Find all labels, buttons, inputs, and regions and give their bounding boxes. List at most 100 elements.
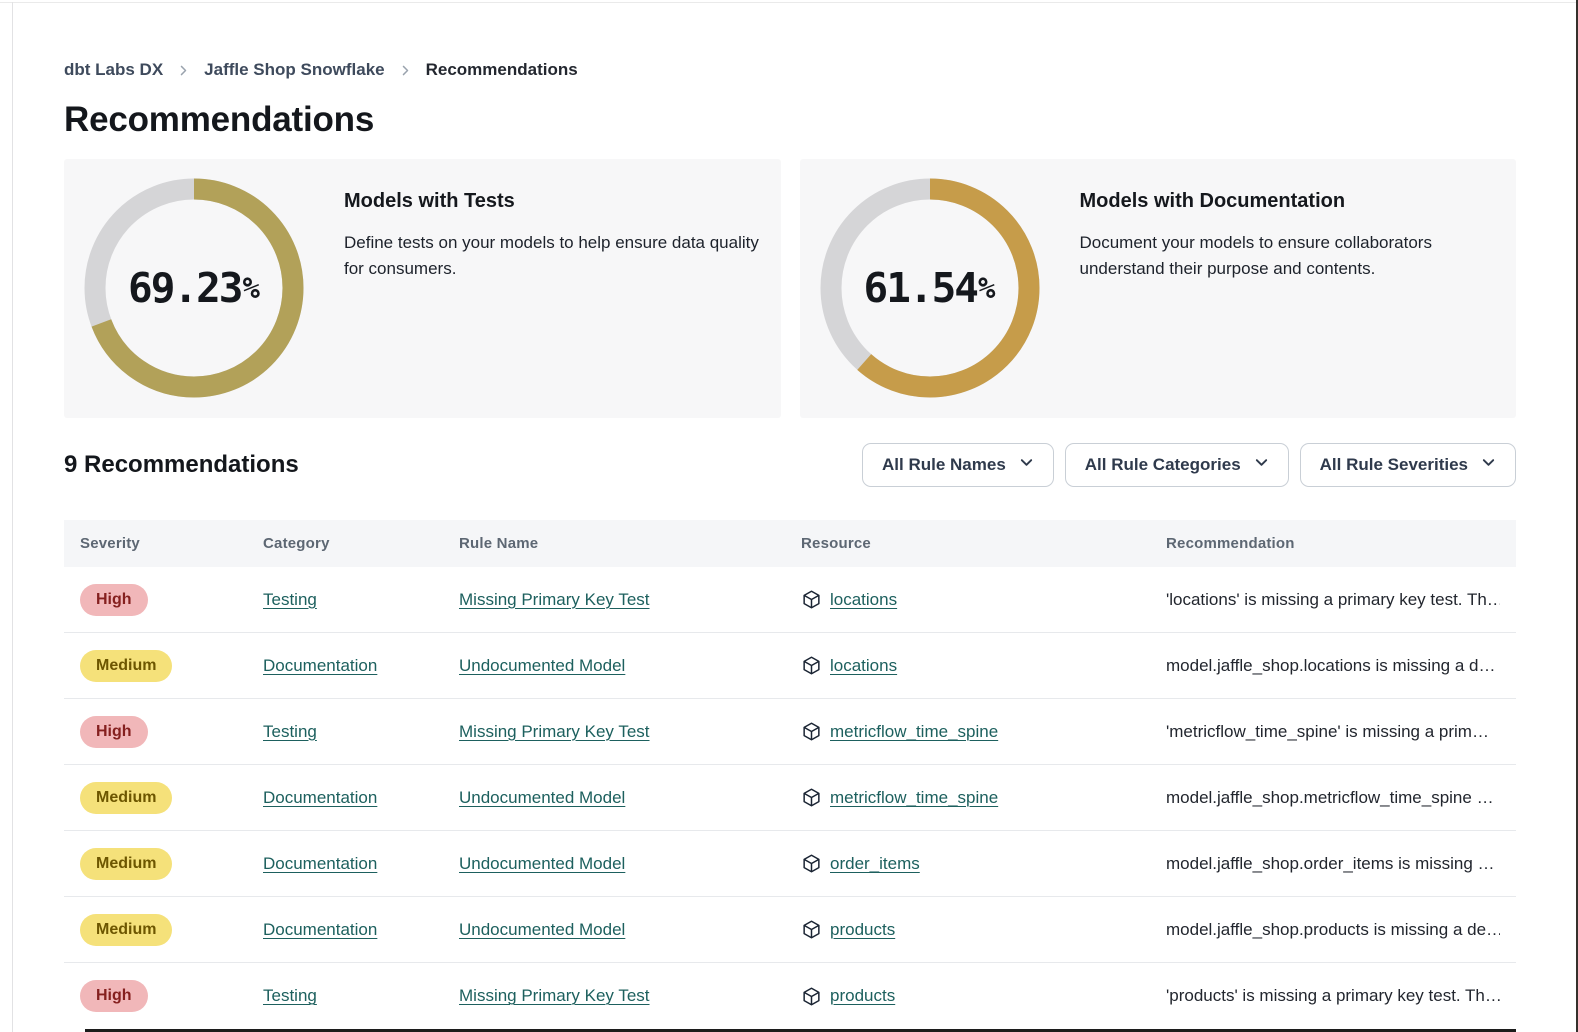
column-header-recommendation: Recommendation — [1166, 535, 1500, 552]
rule-name-link[interactable]: Undocumented Model — [459, 920, 625, 939]
severity-badge: High — [80, 980, 148, 1012]
rule-name-cell: Undocumented Model — [459, 788, 801, 808]
severity-cell: High — [80, 980, 263, 1012]
breadcrumb: dbt Labs DX Jaffle Shop Snowflake Recomm… — [64, 60, 1516, 80]
severity-cell: High — [80, 584, 263, 616]
models-with-tests-donut-chart: 69.23% — [84, 178, 304, 398]
card-text: Models with Documentation Document your … — [1080, 178, 1497, 399]
severity-badge: Medium — [80, 782, 172, 814]
models-with-documentation-donut-chart: 61.54% — [820, 178, 1040, 398]
rule-name-cell: Undocumented Model — [459, 656, 801, 676]
recommendation-text: model.jaffle_shop.metricflow_time_spine … — [1166, 788, 1500, 808]
table-body: High Testing Missing Primary Key Test lo… — [64, 567, 1516, 1029]
resource-cell: metricflow_time_spine — [801, 721, 1166, 742]
resource-link[interactable]: order_items — [830, 854, 920, 874]
models-with-tests-card: 69.23% Models with Tests Define tests on… — [64, 159, 781, 418]
percent-sign: % — [978, 271, 995, 305]
breadcrumb-item-jaffle-shop-snowflake[interactable]: Jaffle Shop Snowflake — [204, 60, 384, 80]
rule-name-cell: Missing Primary Key Test — [459, 590, 801, 610]
table-row: Medium Documentation Undocumented Model … — [64, 633, 1516, 699]
recommendation-text: model.jaffle_shop.locations is missing a… — [1166, 656, 1500, 676]
page-title: Recommendations — [64, 100, 1516, 140]
severity-cell: Medium — [80, 650, 263, 682]
rule-name-link[interactable]: Undocumented Model — [459, 854, 625, 873]
severity-badge: Medium — [80, 914, 172, 946]
resource-link[interactable]: locations — [830, 656, 897, 676]
table-row: Medium Documentation Undocumented Model … — [64, 765, 1516, 831]
severity-badge: Medium — [80, 650, 172, 682]
column-header-resource: Resource — [801, 535, 1166, 552]
column-header-category: Category — [263, 535, 459, 552]
recommendation-text: 'metricflow_time_spine' is missing a pri… — [1166, 722, 1500, 742]
table-row: High Testing Missing Primary Key Test lo… — [64, 567, 1516, 633]
category-cell: Documentation — [263, 920, 459, 940]
category-link[interactable]: Documentation — [263, 920, 377, 939]
card-title: Models with Documentation — [1080, 190, 1497, 213]
table-row: High Testing Missing Primary Key Test me… — [64, 699, 1516, 765]
rule-name-cell: Missing Primary Key Test — [459, 722, 801, 742]
breadcrumb-item-dbt-labs-dx[interactable]: dbt Labs DX — [64, 60, 163, 80]
severity-badge: High — [80, 716, 148, 748]
category-cell: Documentation — [263, 656, 459, 676]
card-description: Define tests on your models to help ensu… — [344, 230, 761, 283]
chevron-down-icon — [1019, 455, 1034, 475]
recommendations-list-header: 9 Recommendations All Rule Names All Rul… — [64, 443, 1516, 487]
rule-names-filter-dropdown[interactable]: All Rule Names — [862, 443, 1054, 487]
rule-name-cell: Missing Primary Key Test — [459, 986, 801, 1006]
model-cube-icon — [801, 919, 822, 940]
resource-cell: products — [801, 986, 1166, 1007]
resource-cell: products — [801, 919, 1166, 940]
donut-percent-label: 61.54% — [820, 178, 1040, 398]
severity-cell: Medium — [80, 914, 263, 946]
resource-cell: locations — [801, 589, 1166, 610]
recommendation-text: 'locations' is missing a primary key tes… — [1166, 590, 1500, 610]
rule-name-link[interactable]: Missing Primary Key Test — [459, 986, 650, 1005]
resource-link[interactable]: products — [830, 986, 895, 1006]
column-header-rule-name: Rule Name — [459, 535, 801, 552]
models-with-documentation-card: 61.54% Models with Documentation Documen… — [800, 159, 1517, 418]
category-link[interactable]: Documentation — [263, 656, 377, 675]
rule-name-link[interactable]: Missing Primary Key Test — [459, 722, 650, 741]
recommendations-count-title: 9 Recommendations — [64, 451, 299, 479]
category-cell: Testing — [263, 986, 459, 1006]
chevron-down-icon — [1254, 455, 1269, 475]
chevron-down-icon — [1481, 455, 1496, 475]
filter-bar: All Rule Names All Rule Categories All R… — [862, 443, 1516, 487]
category-link[interactable]: Documentation — [263, 854, 377, 873]
category-cell: Testing — [263, 590, 459, 610]
rule-categories-filter-dropdown[interactable]: All Rule Categories — [1065, 443, 1289, 487]
metric-cards: 69.23% Models with Tests Define tests on… — [64, 159, 1516, 418]
category-link[interactable]: Testing — [263, 986, 317, 1005]
filter-label: All Rule Names — [882, 455, 1006, 475]
breadcrumb-item-recommendations: Recommendations — [426, 60, 578, 80]
category-cell: Documentation — [263, 854, 459, 874]
severity-badge: High — [80, 584, 148, 616]
recommendation-text: 'products' is missing a primary key test… — [1166, 986, 1500, 1006]
table-header-row: Severity Category Rule Name Resource Rec… — [64, 520, 1516, 567]
category-link[interactable]: Testing — [263, 590, 317, 609]
category-cell: Documentation — [263, 788, 459, 808]
donut-percent-label: 69.23% — [84, 178, 304, 398]
recommendation-text: model.jaffle_shop.products is missing a … — [1166, 920, 1500, 940]
rule-name-link[interactable]: Undocumented Model — [459, 788, 625, 807]
rule-name-link[interactable]: Undocumented Model — [459, 656, 625, 675]
resource-link[interactable]: locations — [830, 590, 897, 610]
resource-link[interactable]: products — [830, 920, 895, 940]
percent-sign: % — [242, 271, 259, 305]
resource-cell: metricflow_time_spine — [801, 787, 1166, 808]
category-link[interactable]: Documentation — [263, 788, 377, 807]
resource-link[interactable]: metricflow_time_spine — [830, 788, 998, 808]
category-link[interactable]: Testing — [263, 722, 317, 741]
rule-name-cell: Undocumented Model — [459, 854, 801, 874]
card-title: Models with Tests — [344, 190, 761, 213]
model-cube-icon — [801, 986, 822, 1007]
rule-name-link[interactable]: Missing Primary Key Test — [459, 590, 650, 609]
table-row: High Testing Missing Primary Key Test pr… — [64, 963, 1516, 1029]
category-cell: Testing — [263, 722, 459, 742]
resource-link[interactable]: metricflow_time_spine — [830, 722, 998, 742]
table-row: Medium Documentation Undocumented Model … — [64, 831, 1516, 897]
rule-severities-filter-dropdown[interactable]: All Rule Severities — [1300, 443, 1516, 487]
chevron-right-icon — [399, 64, 412, 77]
model-cube-icon — [801, 655, 822, 676]
recommendation-text: model.jaffle_shop.order_items is missing… — [1166, 854, 1500, 874]
